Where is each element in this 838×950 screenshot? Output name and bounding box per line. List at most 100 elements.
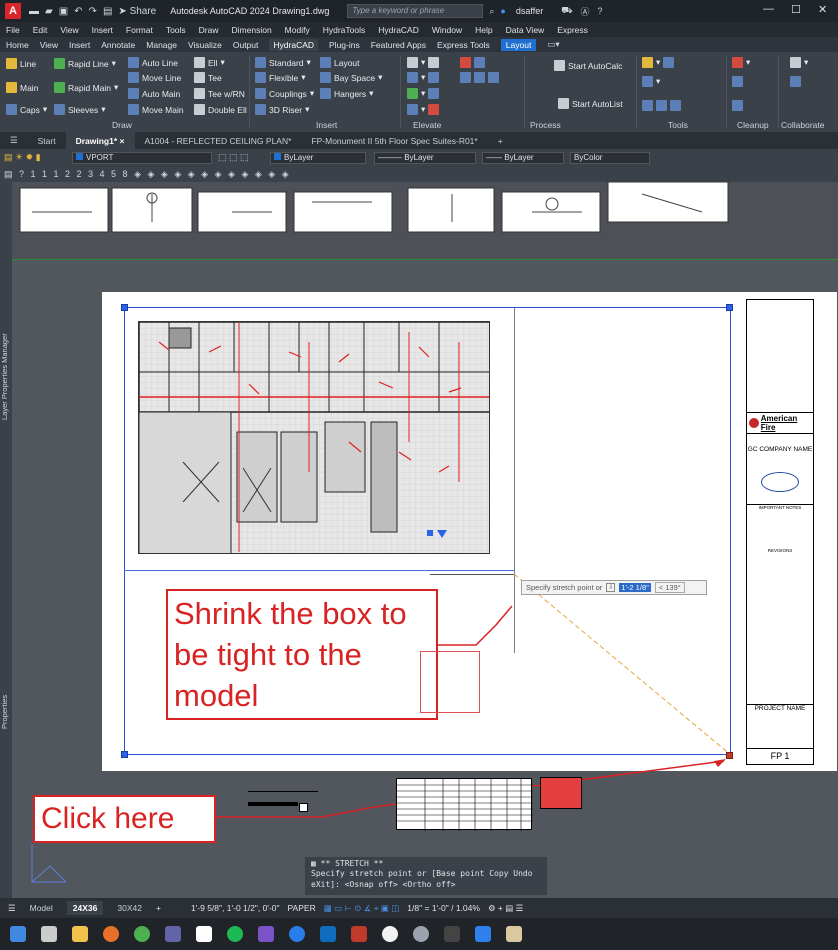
tab-hydracad[interactable]: HydraCAD [269,38,319,51]
workspace-icons[interactable]: ⚙ + ▤ ☰ [488,903,523,914]
elevate-tool-3[interactable]: ▾ [407,88,440,99]
save-icon[interactable]: ▣ [59,6,68,17]
teams-icon[interactable] [165,926,181,942]
menu-format[interactable]: Format [126,25,153,35]
open-folder-icon[interactable]: ▰ [45,6,53,17]
lineweight-dropdown[interactable]: —— ByLayer [482,152,564,164]
menu-window[interactable]: Window [432,25,462,35]
layer-dropdown[interactable]: VPORT [72,152,212,164]
layout-menu-icon[interactable]: ☰ [8,903,16,914]
ell-button[interactable]: Ell ▾ [194,57,225,68]
auto-line-button[interactable]: Auto Line [128,57,178,68]
distance-input[interactable]: 1'-2 1/8" [619,583,651,592]
layer-state-icons[interactable]: ▤ ☀ ✹ ▮ [4,152,41,163]
tools-tool-1[interactable]: ▾ [642,57,675,68]
plot-icon[interactable]: ▤ [103,6,112,17]
process-panel-title[interactable]: Process [530,120,561,130]
sleeves-button[interactable]: Sleeves ▾ [54,104,106,115]
tab-home[interactable]: Home [6,40,29,50]
move-line-button[interactable]: Move Line [128,72,181,83]
redo-icon[interactable]: ↷ [89,6,97,17]
tools-panel-title[interactable]: Tools [668,120,688,130]
search-icon[interactable]: ⌕ [489,6,494,17]
plotstyle-dropdown[interactable]: ByColor [570,152,650,164]
file-explorer-icon[interactable] [72,926,88,942]
maximize-button[interactable]: ☐ [791,3,801,16]
start-autocalc-button[interactable]: Start AutoCalc [554,60,622,71]
line-button[interactable]: Line [6,58,36,69]
cart-icon[interactable]: ⛟ [561,5,572,17]
undo-icon[interactable]: ↶ [74,6,82,17]
tab-annotate[interactable]: Annotate [101,40,135,50]
menu-view[interactable]: View [60,25,78,35]
settings-icon[interactable] [413,926,429,942]
linetype-dropdown[interactable]: ——— ByLayer [374,152,476,164]
new-tab-icon[interactable]: + [488,132,513,149]
tee-button[interactable]: Tee [194,72,222,83]
menu-tools[interactable]: Tools [166,25,186,35]
cleanup-tool-1[interactable]: ▾ [732,57,750,68]
layer-tools-icons[interactable]: ⬚ ⬚ ⬚ [218,152,249,163]
elevate-tool-4[interactable]: ▾ [407,104,440,115]
tab-featured-apps[interactable]: Featured Apps [371,40,426,50]
elevate-panel-title[interactable]: Elevate [413,120,441,130]
menu-dimension[interactable]: Dimension [232,25,272,35]
menu-file[interactable]: File [6,25,20,35]
command-line[interactable]: ▦ ** STRETCH ** Specify stretch point or… [304,856,548,896]
app-icon[interactable] [258,926,274,942]
color-dropdown[interactable]: ByLayer [270,152,366,164]
properties-palette-tab[interactable]: Properties [0,682,12,742]
file-tab-start[interactable]: Start [28,132,66,149]
menu-edit[interactable]: Edit [33,25,48,35]
elevate-tool-1[interactable]: ▾ [407,57,440,68]
tab-view[interactable]: View [40,40,58,50]
layout-button[interactable]: Layout [320,57,360,68]
chrome-icon[interactable] [134,926,150,942]
tab-output[interactable]: Output [233,40,259,50]
user-name[interactable]: dsaffer [516,6,543,16]
tools-tool-3[interactable] [642,100,681,111]
elevate-tool-2[interactable]: ▾ [407,72,440,83]
autocad-logo-icon[interactable]: A [5,3,21,19]
task-view-icon[interactable] [41,926,57,942]
tux-icon[interactable] [382,926,398,942]
tab-24x36[interactable]: 24X36 [66,901,104,915]
menu-express[interactable]: Express [557,25,588,35]
tab-visualize[interactable]: Visualize [188,40,222,50]
file-tab-a1004[interactable]: A1004 - REFLECTED CEILING PLAN* [135,132,302,149]
spotify-icon[interactable] [227,926,243,942]
start-autolist-button[interactable]: Start AutoList [558,98,623,109]
caps-button[interactable]: Caps ▾ [6,104,47,115]
flexible-button[interactable]: Flexible ▾ [255,72,306,83]
cleanup-tool-2[interactable] [732,76,743,87]
cleanup-panel-title[interactable]: Cleanup [737,120,769,130]
user-icon[interactable]: ● [500,6,505,16]
menu-draw[interactable]: Draw [199,25,219,35]
help-icon[interactable]: ? [598,6,603,16]
windows-start-icon[interactable] [10,926,26,942]
angle-input[interactable]: < 139° [654,582,685,593]
tab-plugins[interactable]: Plug-ins [329,40,360,50]
layer-properties-manager-tab[interactable]: Layer Properties Manager [0,302,12,452]
collaborate-panel-title[interactable]: Collaborate [781,120,824,130]
couplings-button[interactable]: Couplings ▾ [255,88,314,99]
firefox-icon[interactable] [103,926,119,942]
menu-help[interactable]: Help [475,25,492,35]
cleanup-tool-3[interactable] [732,100,743,111]
ribbon-options-icon[interactable]: ▭▾ [547,39,559,50]
snap-toggle-icons[interactable]: ▦ ▭ ⊢ ⊙ ∡ ⌖ ▣ ◫ [324,903,400,914]
tee-wrn-button[interactable]: Tee w/RN [194,88,245,99]
edge-icon[interactable] [289,926,305,942]
main-button[interactable]: Main [6,82,38,93]
tab-insert[interactable]: Insert [69,40,90,50]
tab-layout[interactable]: Layout [500,38,537,51]
file-tab-drawing1[interactable]: Drawing1* × [65,132,135,149]
file-tab-fp-monument[interactable]: FP-Monument II 5th Floor Spec Suites-R01… [301,132,487,149]
rapid-main-button[interactable]: Rapid Main ▾ [54,82,118,93]
grip-top-right[interactable] [726,304,733,311]
vscode-icon[interactable] [475,926,491,942]
search-input[interactable]: Type a keyword or phrase [347,4,484,18]
menu-modify[interactable]: Modify [285,25,310,35]
collaborate-tool-1[interactable]: ▾ [790,57,808,68]
paper-space-button[interactable]: PAPER [288,903,316,913]
